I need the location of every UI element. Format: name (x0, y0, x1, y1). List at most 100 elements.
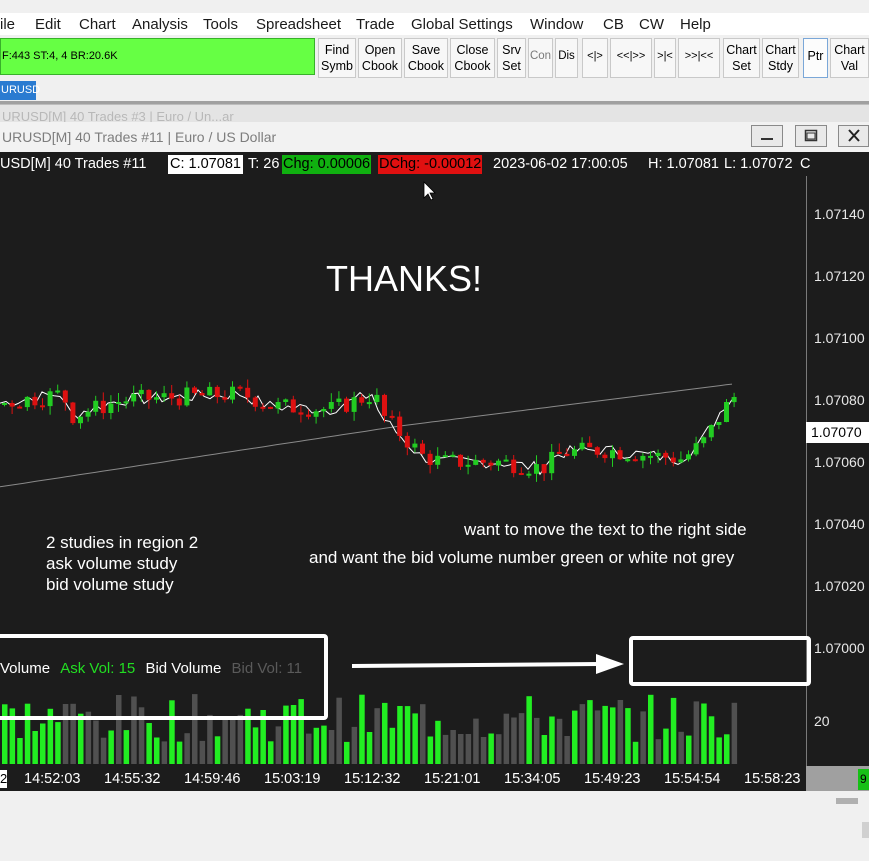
volume-bar (488, 733, 494, 764)
zoom-out-button[interactable]: <<|>> (610, 38, 652, 78)
volume-bar (230, 718, 236, 764)
axis-corner-label: 9 (858, 769, 869, 790)
volume-bar (146, 723, 152, 764)
candle-body (344, 398, 349, 412)
volume-bar (2, 704, 8, 764)
volume-bar (298, 699, 304, 764)
horizontal-scrollbar-thumb[interactable] (836, 798, 858, 804)
chart-settings-button[interactable]: Chart Set (723, 38, 760, 78)
volume-bar (313, 727, 320, 764)
volume-bar (252, 727, 259, 764)
volume-bar (336, 697, 342, 764)
candle-body (420, 443, 425, 454)
current-price-marker: 1.07070 (806, 422, 869, 443)
candle-body (108, 403, 114, 413)
volume-bar (62, 704, 69, 764)
menu-spreadsheet[interactable]: Spreadsheet (256, 16, 341, 33)
chart-window-titlebar[interactable]: URUSD[M] 40 Trades #11 | Euro / US Dolla… (0, 122, 869, 152)
scroll-handle[interactable] (862, 822, 869, 838)
candle-body (480, 459, 486, 463)
volume-bar (663, 728, 669, 764)
price-tick: 1.07080 (814, 392, 865, 408)
pointer-tool-button[interactable]: Ptr (803, 38, 828, 78)
zoom-in-more-button[interactable]: >>|<< (678, 38, 720, 78)
volume-bar (245, 708, 251, 764)
info-truncated: C (800, 156, 811, 172)
menu-chart[interactable]: Chart (79, 16, 116, 33)
menu-edit[interactable]: Edit (35, 16, 61, 33)
menu-cw[interactable]: CW (639, 16, 664, 33)
connect-button[interactable]: Con (528, 38, 553, 78)
volume-bar (55, 722, 61, 764)
chart-studies-button[interactable]: Chart Stdy (762, 38, 799, 78)
region-note-line: ask volume study (46, 554, 178, 573)
candle-body (655, 452, 661, 456)
menu-help[interactable]: Help (680, 16, 711, 33)
candle-body (222, 397, 228, 400)
volume-bar (450, 730, 456, 764)
maximize-button[interactable] (795, 125, 827, 147)
candle-body (648, 455, 653, 458)
save-chartbook-button[interactable]: Save Cbook (404, 38, 448, 78)
volume-bar (526, 696, 532, 764)
close-chartbook-button[interactable]: Close Cbook (450, 38, 495, 78)
volume-bar (47, 708, 54, 764)
volume-bar (214, 736, 221, 764)
volume-bar (222, 719, 228, 764)
close-window-button[interactable] (838, 125, 869, 147)
menu-window[interactable]: Window (530, 16, 583, 33)
volume-bar (465, 734, 472, 764)
volume-bar (496, 734, 502, 764)
candle-body (275, 402, 281, 409)
zoom-in-button[interactable]: >|< (654, 38, 676, 78)
region-note-line: 2 studies in region 2 (46, 533, 199, 552)
candle-body (382, 394, 387, 416)
candle-body (488, 462, 494, 466)
candle-body (678, 459, 684, 463)
candle-body (632, 459, 638, 462)
candle-body (458, 454, 463, 467)
minimize-icon (761, 138, 773, 140)
price-axis[interactable] (806, 176, 869, 766)
volume-bar (587, 700, 593, 764)
info-close-price: C: 1.07081 (168, 155, 243, 174)
server-settings-button[interactable]: Srv Set (497, 38, 526, 78)
candle-body (298, 412, 304, 415)
volume-bar (686, 735, 692, 764)
volume-label: Volume (0, 660, 51, 677)
candle-body (176, 398, 182, 406)
zoom-center-button[interactable]: <|> (582, 38, 608, 78)
menu-bar: ile Edit Chart Analysis Tools Spreadshee… (0, 13, 869, 35)
price-tick: 1.07020 (814, 578, 865, 594)
thanks-annotation: THANKS! (326, 258, 483, 299)
candle-body (587, 442, 593, 448)
time-tick-cursor: 2 (0, 770, 8, 788)
volume-bar (511, 717, 517, 764)
volume-bar (640, 711, 646, 764)
time-tick: 15:12:32 (344, 771, 401, 787)
candle-body (625, 459, 631, 462)
menu-file[interactable]: ile (0, 16, 15, 33)
menu-global-settings[interactable]: Global Settings (411, 16, 513, 33)
menu-cb[interactable]: CB (603, 16, 624, 33)
volume-bar (100, 737, 107, 764)
menu-trade[interactable]: Trade (356, 16, 395, 33)
find-symbol-button[interactable]: Find Symb (318, 38, 356, 78)
minimize-button[interactable] (751, 125, 783, 147)
menu-analysis[interactable]: Analysis (132, 16, 188, 33)
disconnect-button[interactable]: Dis (555, 38, 578, 78)
volume-bar (594, 710, 601, 764)
volume-bar (549, 716, 555, 764)
volume-bar (610, 707, 616, 764)
info-trade-count: T: 26 (248, 156, 280, 172)
candle-body (47, 391, 53, 407)
time-tick: 15:34:05 (504, 771, 561, 787)
symbol-tab[interactable]: URUSD (0, 81, 40, 100)
menu-tools[interactable]: Tools (203, 16, 238, 33)
chart-values-button[interactable]: Chart Val (830, 38, 869, 78)
candle-body (313, 411, 319, 417)
open-chartbook-button[interactable]: Open Cbook (358, 38, 402, 78)
volume-bar (131, 696, 137, 764)
candle-body (199, 393, 205, 396)
volume-bar (632, 741, 639, 764)
